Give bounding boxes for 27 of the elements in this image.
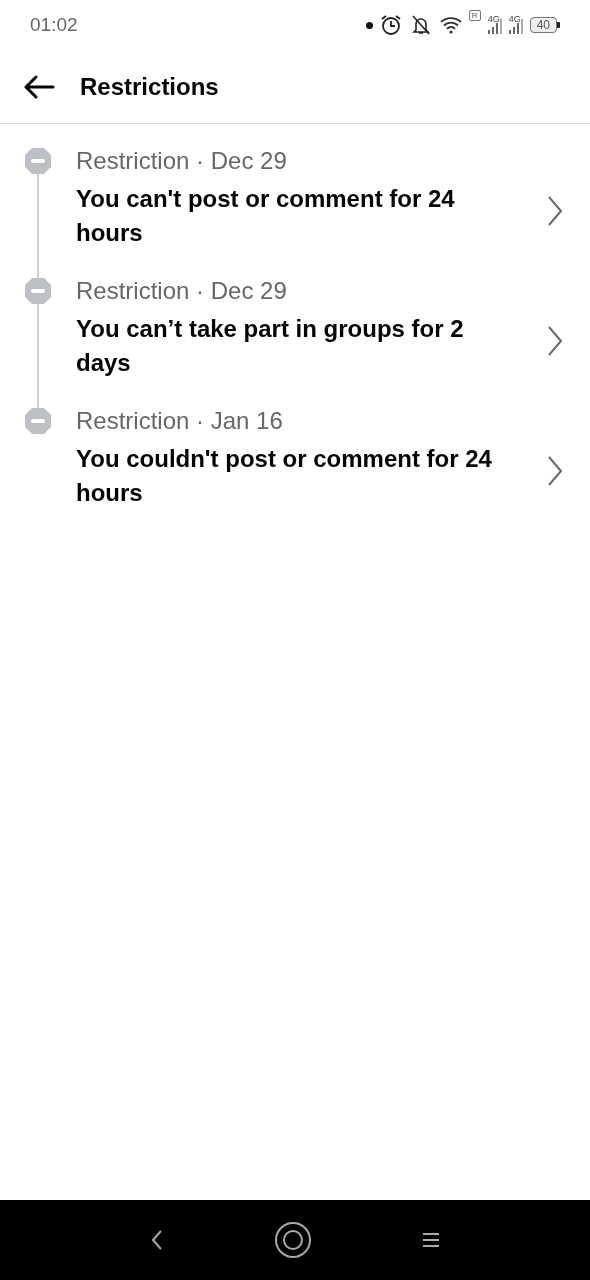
restriction-icon xyxy=(24,147,52,175)
restriction-title: You can't post or comment for 24 hours xyxy=(76,184,456,248)
roaming-badge: R xyxy=(468,10,481,21)
home-button[interactable] xyxy=(274,1221,312,1259)
wifi-icon xyxy=(439,16,462,34)
menu-button[interactable] xyxy=(422,1232,440,1248)
chevron-right-icon xyxy=(547,455,563,487)
chevron-right-icon xyxy=(547,195,563,227)
alarm-clock-icon xyxy=(379,14,402,36)
nav-back-button[interactable] xyxy=(150,1229,164,1251)
network-type: 4G xyxy=(508,13,521,24)
status-time: 01:02 xyxy=(30,14,78,36)
battery-level: 40 xyxy=(529,17,557,33)
signal-icon xyxy=(487,16,502,34)
network-type: 4G xyxy=(487,13,500,24)
restriction-meta: Restriction · Jan 16 xyxy=(76,406,284,436)
restriction-title: You can’t take part in groups for 2 days xyxy=(76,314,465,378)
restriction-icon xyxy=(24,407,52,435)
page-title: Restrictions xyxy=(80,72,219,101)
restriction-title: You couldn't post or comment for 24 hours xyxy=(76,444,493,508)
chevron-right-icon xyxy=(547,325,563,357)
restriction-meta: Restriction · Dec 29 xyxy=(76,276,288,306)
restriction-icon xyxy=(24,277,52,305)
notification-dot-icon xyxy=(365,21,373,29)
restriction-item[interactable]: Restriction · Jan 16 You couldn't post or comment for 24 hours xyxy=(0,406,590,536)
signal-icon xyxy=(508,16,523,34)
restriction-meta: Restriction · Dec 29 xyxy=(76,146,288,176)
